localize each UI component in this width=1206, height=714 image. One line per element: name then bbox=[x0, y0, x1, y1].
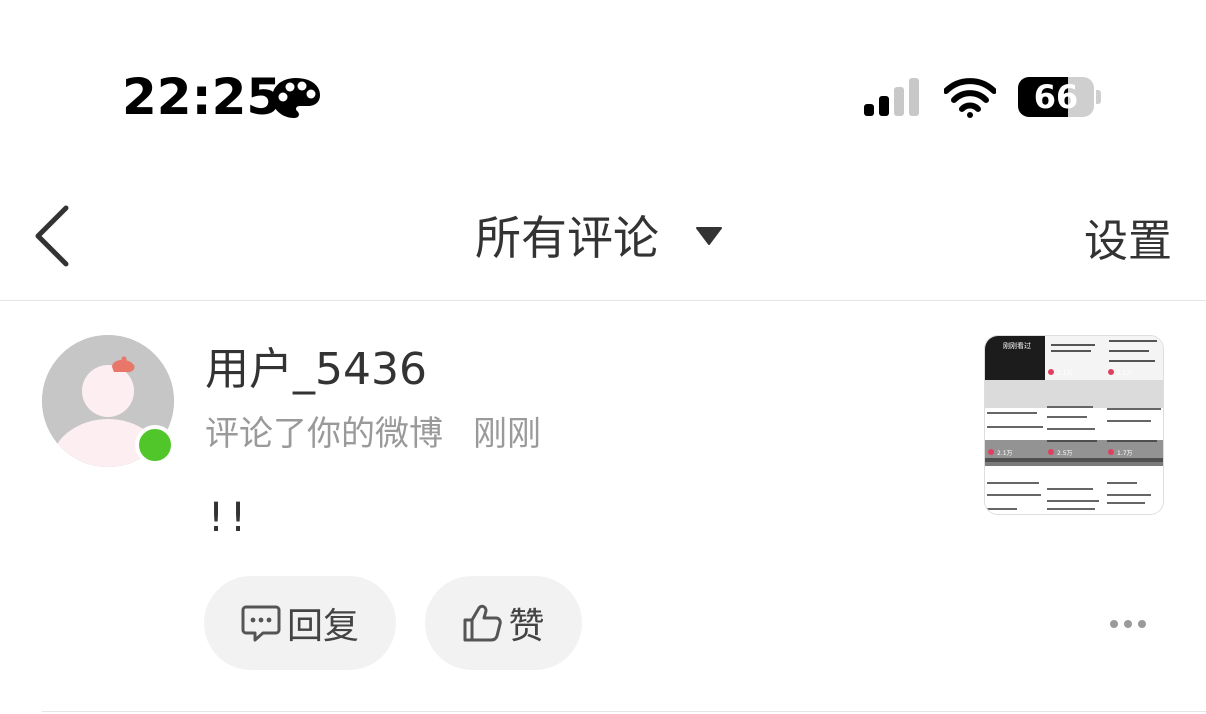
post-thumbnail[interactable]: 刚刚看过 2.1万 2.1万 2.1万 2.5万 1.7万 bbox=[984, 335, 1164, 515]
more-icon[interactable] bbox=[1108, 616, 1148, 632]
comment-time: 刚刚 bbox=[473, 414, 541, 454]
nav-bar: 所有评论 设置 bbox=[0, 180, 1206, 300]
comment-meta: 评论了你的微博 刚刚 bbox=[205, 410, 571, 458]
status-bar: 22:25 66 bbox=[0, 0, 1206, 170]
thumbnail-count: 2.1万 bbox=[1117, 370, 1133, 377]
comment-username[interactable]: 用户_5436 bbox=[205, 340, 427, 400]
like-icon bbox=[463, 604, 503, 642]
wifi-icon bbox=[944, 78, 996, 118]
like-label: 赞 bbox=[508, 606, 545, 647]
status-time: 22:25 bbox=[122, 68, 282, 126]
like-button[interactable]: 赞 bbox=[425, 576, 582, 670]
page-title[interactable]: 所有评论 bbox=[475, 208, 659, 268]
divider bbox=[0, 300, 1206, 301]
reply-button[interactable]: 回复 bbox=[204, 576, 396, 670]
battery-icon: 66 bbox=[1018, 77, 1094, 117]
battery-percent: 66 bbox=[1033, 78, 1079, 116]
thumbnail-count: 2.1万 bbox=[997, 450, 1013, 457]
signal-icon bbox=[864, 78, 919, 116]
reply-icon bbox=[241, 605, 281, 642]
online-status-dot bbox=[135, 425, 175, 465]
divider bbox=[42, 711, 1206, 712]
thumbnail-count: 2.1万 bbox=[1057, 370, 1073, 377]
thumbnail-count: 1.7万 bbox=[1117, 450, 1133, 457]
caret-down-icon[interactable] bbox=[695, 225, 723, 247]
reply-label: 回复 bbox=[286, 606, 359, 647]
comment-action: 评论了你的微博 bbox=[205, 414, 443, 454]
post-thumbnail-image: 刚刚看过 2.1万 2.1万 2.1万 2.5万 1.7万 bbox=[985, 336, 1163, 514]
back-icon[interactable] bbox=[30, 204, 76, 268]
battery-cap bbox=[1096, 90, 1101, 104]
focus-icon bbox=[272, 78, 320, 118]
thumbnail-header: 刚刚看过 bbox=[1003, 341, 1031, 350]
comment-content[interactable]: !! bbox=[208, 492, 252, 544]
thumbnail-count: 2.5万 bbox=[1057, 450, 1073, 457]
settings-button[interactable]: 设置 bbox=[1084, 214, 1172, 270]
